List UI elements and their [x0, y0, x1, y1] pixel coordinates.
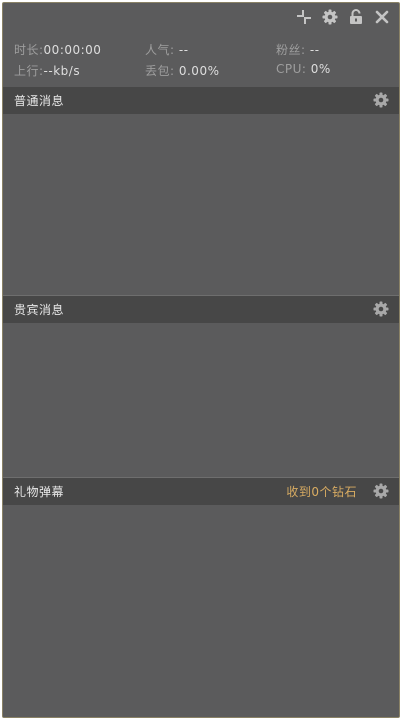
stat-value: 0%	[310, 62, 331, 76]
stat-popularity: 人气: --	[145, 41, 189, 58]
vip-messages-list[interactable]	[3, 323, 399, 477]
stat-value: 0.00%	[178, 64, 220, 78]
compact-icon	[297, 10, 311, 24]
gear-icon	[322, 9, 338, 25]
gift-danmaku-list[interactable]	[3, 505, 399, 717]
unlock-icon	[350, 9, 362, 24]
stats-panel: 时长:00:00:00 人气: -- 粉丝: -- 上行:--kb/s 丢包: …	[14, 41, 394, 81]
panel-title: 普通消息	[14, 94, 65, 108]
stat-value: --kb/s	[43, 64, 81, 78]
gear-icon[interactable]	[373, 92, 389, 108]
normal-messages-list[interactable]	[3, 114, 399, 295]
panel-title: 贵宾消息	[14, 303, 65, 317]
live-assistant-window: 时长:00:00:00 人气: -- 粉丝: -- 上行:--kb/s 丢包: …	[2, 2, 400, 718]
gear-icon[interactable]	[373, 301, 389, 317]
stat-label: 上行:	[14, 64, 44, 78]
stat-cpu: CPU: 0%	[276, 62, 331, 76]
stat-duration: 时长:00:00:00	[14, 41, 101, 58]
gear-icon[interactable]	[373, 483, 389, 499]
stat-label: 人气:	[145, 43, 179, 57]
vip-messages-header: 贵宾消息	[3, 296, 399, 323]
panel-title: 礼物弹幕	[14, 485, 65, 499]
compact-mode-button[interactable]	[295, 8, 313, 26]
stat-label: CPU:	[276, 62, 311, 76]
settings-button[interactable]	[321, 8, 339, 26]
diamond-count-text: 收到0个钻石	[286, 485, 357, 499]
gift-danmaku-header: 礼物弹幕 收到0个钻石	[3, 478, 399, 505]
stat-label: 粉丝:	[276, 43, 310, 57]
stat-upload: 上行:--kb/s	[14, 62, 80, 79]
stat-packet-loss: 丢包: 0.00%	[145, 62, 219, 79]
stat-label: 丢包:	[145, 64, 179, 78]
normal-messages-header: 普通消息	[3, 87, 399, 114]
stat-value: --	[178, 43, 189, 57]
stat-value: --	[309, 43, 320, 57]
close-icon	[375, 10, 389, 24]
lock-toggle-button[interactable]	[347, 8, 365, 26]
titlebar-controls	[295, 3, 391, 31]
stat-value: 00:00:00	[43, 43, 102, 57]
stat-fans: 粉丝: --	[276, 41, 320, 58]
close-button[interactable]	[373, 8, 391, 26]
stat-label: 时长:	[14, 43, 44, 57]
